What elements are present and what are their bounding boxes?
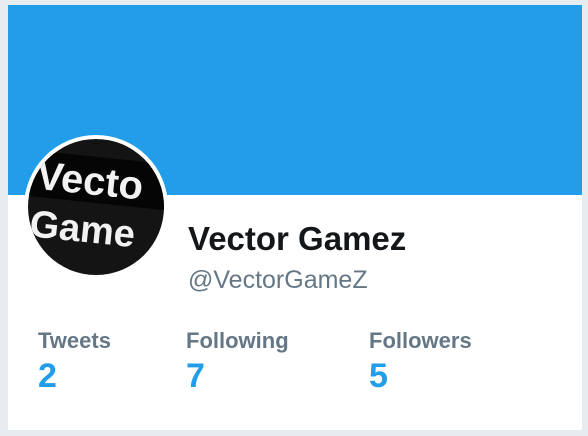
profile-handle[interactable]: @VectorGameZ bbox=[188, 265, 368, 295]
stat-following[interactable]: Following 7 bbox=[186, 327, 289, 397]
profile-card: Vecto Game Vector Gamez @VectorGameZ Twe… bbox=[8, 5, 582, 430]
stat-following-label: Following bbox=[186, 328, 289, 353]
stat-following-count: 7 bbox=[186, 357, 205, 395]
stat-tweets-label: Tweets bbox=[38, 328, 111, 353]
stat-followers-label: Followers bbox=[369, 328, 472, 353]
profile-name[interactable]: Vector Gamez bbox=[188, 219, 406, 259]
avatar-logo: Vecto Game bbox=[28, 139, 164, 275]
avatar[interactable]: Vecto Game bbox=[24, 135, 168, 279]
stat-followers[interactable]: Followers 5 bbox=[369, 327, 472, 397]
stat-tweets-count: 2 bbox=[38, 357, 57, 395]
avatar-image: Vecto Game bbox=[28, 139, 164, 275]
stat-tweets[interactable]: Tweets 2 bbox=[38, 327, 111, 397]
stat-followers-count: 5 bbox=[369, 357, 388, 395]
